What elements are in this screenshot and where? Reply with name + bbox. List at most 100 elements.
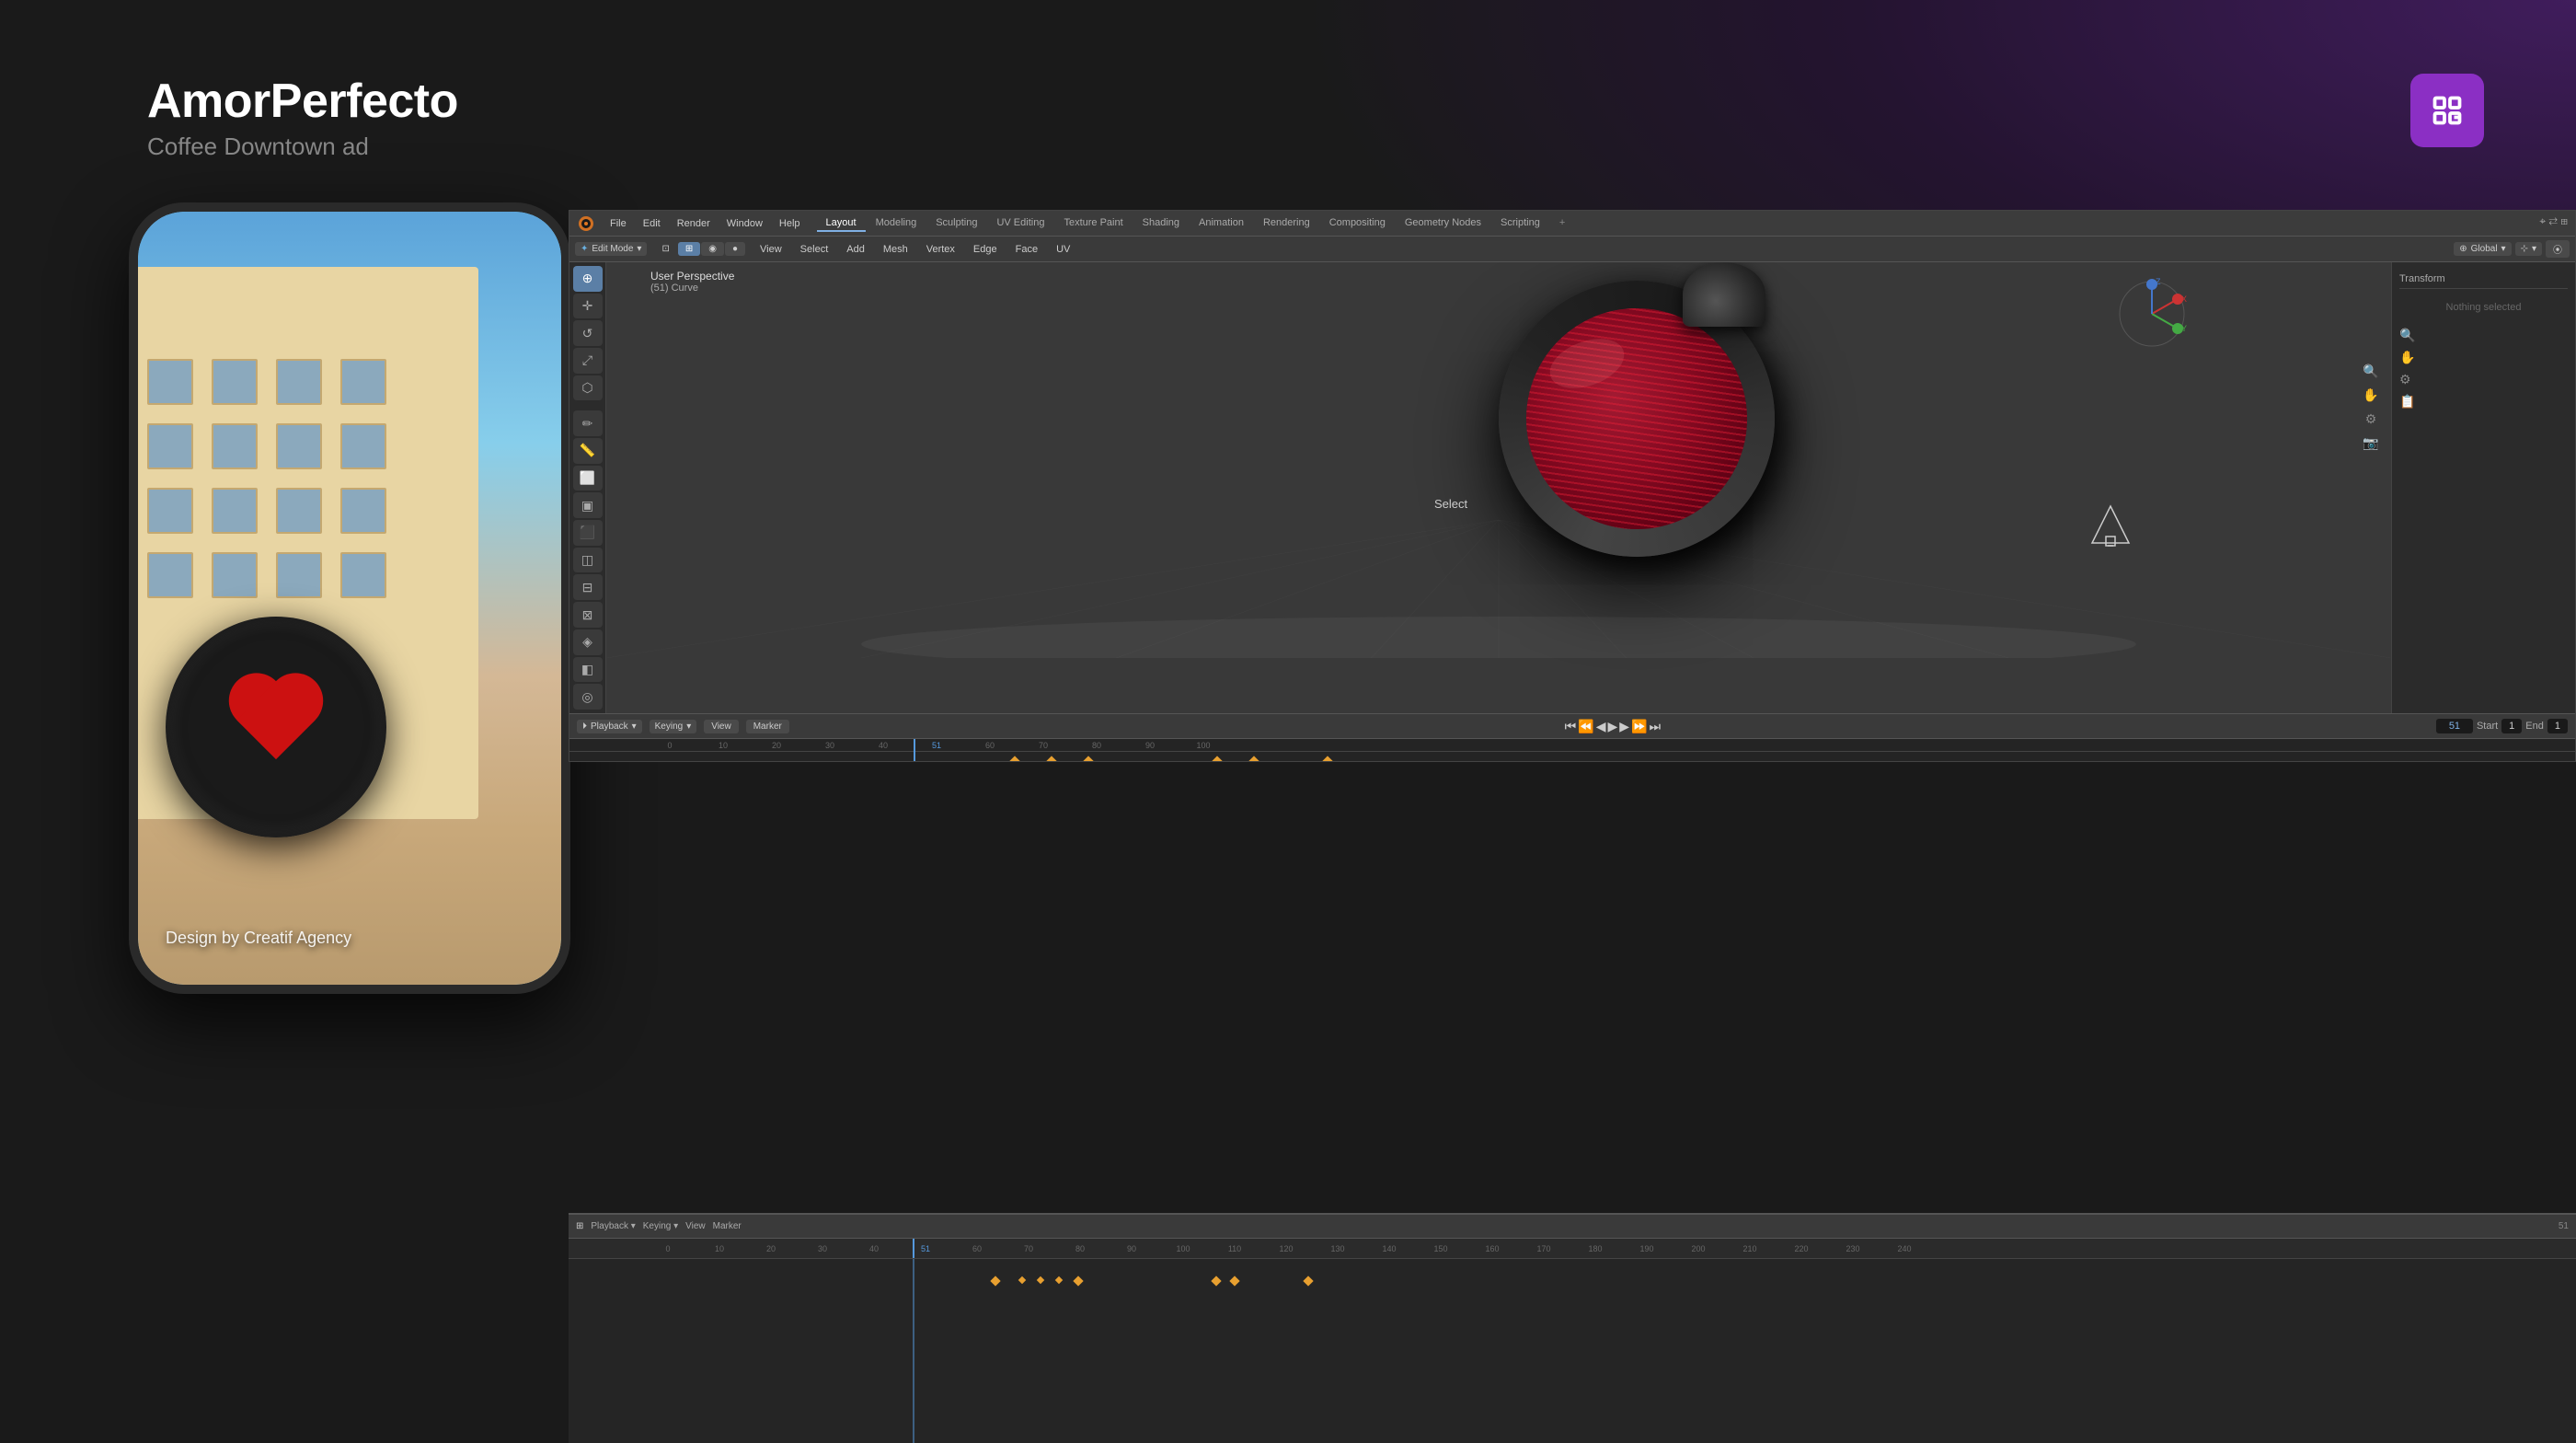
orientation-dropdown[interactable]: ⊕ Global ▾ (2454, 242, 2511, 256)
ds-kf-8 (1303, 1276, 1313, 1286)
tab-texture-paint[interactable]: Texture Paint (1054, 215, 1132, 232)
playback-dropdown[interactable]: ⏵ Playback ▾ (577, 720, 642, 733)
next-keyframe-btn[interactable]: ⏩ (1631, 719, 1647, 734)
tool-transform[interactable]: ⬡ (573, 375, 603, 401)
tab-add[interactable]: + (1550, 215, 1574, 232)
step-forward-btn[interactable]: ▶ (1619, 719, 1629, 734)
toolbar-uv[interactable]: UV (1049, 242, 1077, 257)
toolbar-face[interactable]: Face (1008, 242, 1045, 257)
shading-material[interactable]: ◉ (701, 242, 724, 256)
grab-icon[interactable]: ✋ (2362, 387, 2380, 406)
window-6 (212, 423, 258, 469)
prop-icon-2[interactable]: ✋ (2399, 350, 2418, 368)
toolbar-mesh[interactable]: Mesh (876, 242, 915, 257)
settings-icon[interactable]: ⚙ (2362, 411, 2380, 430)
playback-label: Playback (591, 722, 628, 732)
menu-window[interactable]: Window (719, 216, 770, 231)
prop-icon-3[interactable]: ⚙ (2399, 372, 2418, 390)
tool-to-sphere[interactable]: ◎ (573, 684, 603, 710)
snap-dropdown[interactable]: ⊹ ▾ (2515, 242, 2542, 256)
prop-icon-4[interactable]: 📋 (2399, 394, 2418, 412)
toolbar-select[interactable]: Select (793, 242, 836, 257)
ds-kf-2 (1018, 1276, 1026, 1284)
tab-shading[interactable]: Shading (1133, 215, 1189, 232)
tab-compositing[interactable]: Compositing (1320, 215, 1395, 232)
tool-cursor[interactable]: ⊕ (573, 266, 603, 292)
ds-tick-110: 110 (1209, 1244, 1260, 1253)
menu-edit[interactable]: Edit (636, 216, 668, 231)
timeline-track[interactable]: 0 10 20 30 40 51 60 70 80 90 100 (569, 739, 2575, 762)
toolbar-edge[interactable]: Edge (966, 242, 1005, 257)
start-label: Start (2477, 721, 2498, 732)
keying-dropdown[interactable]: Keying ▾ (650, 720, 697, 733)
proportional-btn[interactable]: ⦿ (2546, 240, 2570, 258)
tab-uv-editing[interactable]: UV Editing (987, 215, 1053, 232)
tool-add-subdiv[interactable]: ◫ (573, 548, 603, 573)
go-end-btn[interactable]: ⏭ (1650, 719, 1662, 734)
tick-80: 80 (1070, 741, 1123, 750)
tool-rotate[interactable]: ↺ (573, 320, 603, 346)
tool-add-plane[interactable]: ▣ (573, 492, 603, 518)
shading-wireframe[interactable]: ⊡ (654, 242, 676, 256)
mode-dropdown[interactable]: ✦ Edit Mode ▾ (575, 242, 647, 256)
tool-move[interactable]: ✛ (573, 294, 603, 319)
tool-scale[interactable]: ⤢ (573, 348, 603, 374)
3d-viewport[interactable]: User Perspective (51) Curve (606, 262, 2391, 713)
zoom-icon[interactable]: 🔍 (2362, 364, 2380, 382)
keyframe-3 (1083, 756, 1093, 762)
start-frame[interactable]: 1 (2501, 719, 2522, 733)
ds-tick-10: 10 (694, 1244, 745, 1253)
toolbar-vertex[interactable]: Vertex (919, 242, 962, 257)
keyframe-2 (1046, 756, 1056, 762)
dopesheet-tracks[interactable] (569, 1259, 2576, 1443)
toolbar-add[interactable]: Add (839, 242, 872, 257)
tab-modeling[interactable]: Modeling (867, 215, 926, 232)
prop-icon-1[interactable]: 🔍 (2399, 328, 2418, 346)
tool-knife[interactable]: ⊠ (573, 602, 603, 628)
play-btn[interactable]: ▶ (1608, 719, 1618, 734)
tool-loop-cut[interactable]: ⊟ (573, 574, 603, 600)
tool-shear[interactable]: ◧ (573, 657, 603, 683)
branding-section: AmorPerfecto Coffee Downtown ad (147, 74, 458, 161)
tab-sculpting[interactable]: Sculpting (926, 215, 986, 232)
orientation-chevron: ▾ (2501, 244, 2506, 254)
ds-view-btn[interactable]: View (685, 1221, 706, 1231)
tool-measure[interactable]: 📏 (573, 438, 603, 464)
menu-render[interactable]: Render (670, 216, 718, 231)
end-frame[interactable]: 1 (2547, 719, 2568, 733)
ds-keying[interactable]: Keying ▾ (643, 1221, 678, 1231)
window-4 (340, 359, 386, 405)
left-tools-panel: ⊕ ✛ ↺ ⤢ ⬡ ✏ 📏 ⬜ ▣ ⬛ ◫ ⊟ ⊠ ◈ ◧ ◎ (569, 262, 606, 713)
view-btn[interactable]: View (704, 720, 739, 733)
tab-scripting[interactable]: Scripting (1491, 215, 1549, 232)
current-frame[interactable]: 51 (2436, 719, 2473, 733)
mode-label: ✦ (581, 244, 588, 254)
go-start-btn[interactable]: ⏮ (1565, 719, 1577, 734)
tool-add-cube[interactable]: ⬜ (573, 466, 603, 491)
dashboard-button[interactable] (2410, 74, 2484, 147)
tab-rendering[interactable]: Rendering (1254, 215, 1319, 232)
marker-btn[interactable]: Marker (746, 720, 789, 733)
select-label: Select (1434, 497, 1467, 511)
ds-marker-btn[interactable]: Marker (713, 1221, 742, 1231)
ds-playback[interactable]: Playback ▾ (591, 1221, 635, 1231)
tab-animation[interactable]: Animation (1190, 215, 1253, 232)
camera-view-icon[interactable]: 📷 (2362, 435, 2380, 454)
ds-tick-240: 240 (1879, 1244, 1930, 1253)
tool-vertex-slide[interactable]: ◈ (573, 629, 603, 655)
tool-add-cylinder[interactable]: ⬛ (573, 520, 603, 546)
window-12 (340, 488, 386, 534)
tool-annotate[interactable]: ✏ (573, 410, 603, 436)
menu-file[interactable]: File (603, 216, 634, 231)
shading-rendered[interactable]: ● (725, 242, 745, 256)
shading-solid[interactable]: ⊞ (678, 242, 700, 256)
svg-text:Z: Z (2156, 277, 2161, 286)
ds-tick-190: 190 (1621, 1244, 1673, 1253)
toolbar-view[interactable]: View (753, 242, 789, 257)
ds-tick-130: 130 (1312, 1244, 1363, 1253)
prev-keyframe-btn[interactable]: ⏪ (1578, 719, 1593, 734)
tab-layout[interactable]: Layout (817, 215, 866, 232)
step-back-btn[interactable]: ◀ (1596, 719, 1606, 734)
tab-geometry-nodes[interactable]: Geometry Nodes (1396, 215, 1490, 232)
menu-help[interactable]: Help (772, 216, 808, 231)
